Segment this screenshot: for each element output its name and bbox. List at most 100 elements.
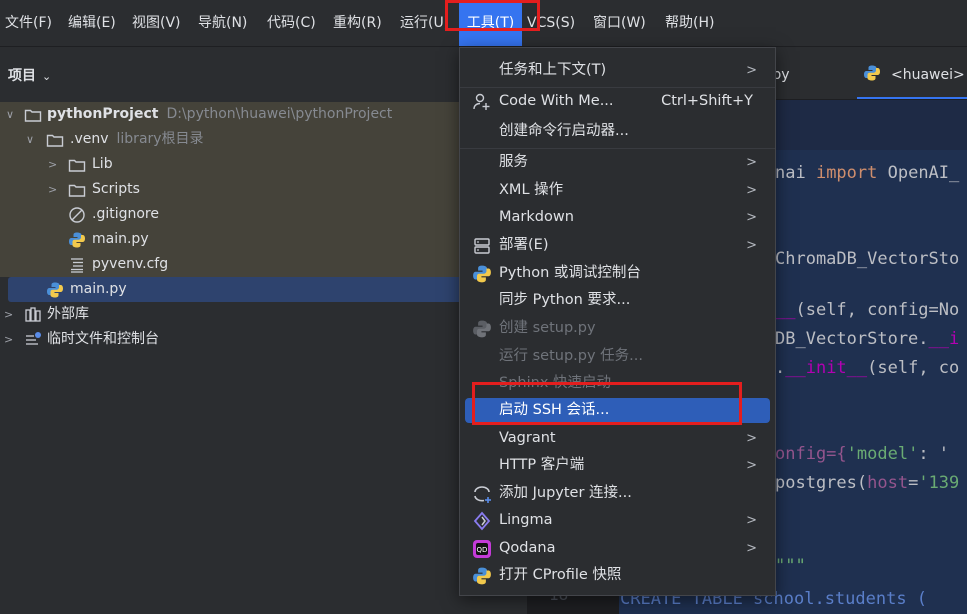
chevron-down-icon[interactable]: ∨ — [26, 127, 34, 152]
python-icon — [473, 265, 491, 283]
tree-item-hint: library根目录 — [116, 131, 204, 147]
tree-item-external-libraries[interactable]: > 外部库 — [0, 302, 527, 327]
chevron-right-icon: > — [746, 458, 757, 473]
chevron-right-icon[interactable]: > — [4, 327, 13, 352]
tree-item-label: pyvenv.cfg — [92, 256, 169, 272]
menu-item-vagrant[interactable]: Vagrant > — [460, 425, 775, 452]
chevron-right-icon: > — [746, 513, 757, 528]
menu-refactor[interactable]: 重构(R) — [333, 0, 382, 46]
menu-item-create-launcher[interactable]: 创建命令行启动器... — [460, 118, 775, 145]
tree-item-main-py[interactable]: main.py — [8, 277, 527, 302]
project-panel: 项目 ⌄ ∨ pythonProject D:\python\huawei\pyth… — [0, 47, 527, 614]
menu-code[interactable]: 代码(C) — [267, 0, 316, 46]
menu-window[interactable]: 窗口(W) — [593, 0, 646, 46]
chevron-right-icon: > — [746, 210, 757, 225]
menu-file[interactable]: 文件(F) — [5, 0, 52, 46]
menu-help[interactable]: 帮助(H) — [665, 0, 714, 46]
tree-item-scripts[interactable]: > Scripts — [0, 177, 527, 202]
folder-icon — [46, 134, 64, 147]
code-line[interactable]: ChromaDB_VectorSto — [775, 249, 959, 269]
tree-item-pythonproject[interactable]: ∨ pythonProject D:\python\huawei\pythonPr… — [0, 102, 527, 127]
menu-item-run-setup-py[interactable]: 运行 setup.py 任务... — [460, 343, 775, 370]
tree-item-label: 外部库 — [47, 306, 89, 322]
menu-item-tasks-context[interactable]: 任务和上下文(T) > — [460, 57, 775, 84]
chevron-right-icon[interactable]: > — [48, 152, 57, 177]
menu-item-markdown[interactable]: Markdown > — [460, 204, 775, 231]
folder-icon — [68, 184, 86, 197]
menu-item-code-with-me[interactable]: Code With Me... Ctrl+Shift+Y — [460, 88, 775, 115]
folder-icon — [68, 159, 86, 172]
python-gray-icon — [473, 320, 491, 338]
python-icon — [864, 65, 880, 81]
menu-item-services[interactable]: 服务 > — [460, 149, 775, 176]
tree-item-scratches[interactable]: > 临时文件和控制台 — [0, 327, 527, 352]
tools-menu-dropdown: 任务和上下文(T) > Code With Me... Ctrl+Shift+Y… — [459, 47, 776, 596]
svg-text:QD: QD — [477, 546, 488, 554]
tree-item-label: Lib — [92, 156, 113, 172]
annotation-box-ssh-session — [472, 382, 742, 425]
lingma-icon — [473, 511, 491, 531]
tree-item-pyvenv-cfg[interactable]: pyvenv.cfg — [0, 252, 527, 277]
menu-item-sync-requirements[interactable]: 同步 Python 要求... — [460, 287, 775, 314]
project-panel-title: 项目 — [8, 68, 36, 84]
python-file-icon — [47, 282, 63, 298]
tab-huawei-console[interactable]: <huawei> c — [857, 47, 967, 99]
tree-item-gitignore[interactable]: .gitignore — [0, 202, 527, 227]
scratch-icon — [26, 332, 41, 345]
menu-item-python-console[interactable]: Python 或调试控制台 — [460, 260, 775, 287]
menu-view[interactable]: 视图(V) — [132, 0, 181, 46]
code-line[interactable]: """ — [775, 556, 806, 576]
chevron-right-icon: > — [746, 63, 757, 78]
chevron-right-icon[interactable]: > — [4, 302, 13, 327]
code-line[interactable]: postgres(host='139 — [775, 473, 959, 493]
tab-label: <huawei> c — [891, 67, 967, 83]
menu-item-xml-actions[interactable]: XML 操作 > — [460, 177, 775, 204]
menu-item-http-client[interactable]: HTTP 客户端 > — [460, 452, 775, 479]
code-line[interactable]: .__init__(self, co — [775, 358, 959, 378]
menu-item-add-jupyter-connection[interactable]: 添加 Jupyter 连接... — [460, 480, 775, 507]
server-icon — [474, 238, 490, 254]
code-line[interactable]: DB_VectorStore.__i — [775, 329, 959, 349]
annotation-box-tools-menu — [445, 0, 540, 31]
text-file-icon — [71, 258, 83, 273]
user-plus-icon — [473, 93, 490, 110]
menu-item-lingma[interactable]: Lingma > — [460, 507, 775, 534]
code-line[interactable]: nai import OpenAI_ — [775, 163, 959, 183]
tree-item-venv[interactable]: ∨ .venv library根目录 — [0, 127, 527, 152]
jupyter-icon — [474, 486, 491, 503]
menu-run[interactable]: 运行(U) — [400, 0, 448, 46]
ignore-file-icon — [69, 207, 85, 223]
tree-item-label: main.py — [92, 231, 149, 247]
tree-item-path: D:\python\huawei\pythonProject — [166, 106, 393, 122]
tree-item-label: 临时文件和控制台 — [47, 331, 159, 347]
chevron-right-icon: > — [746, 541, 757, 556]
tree-item-label: main.py — [70, 281, 127, 297]
project-panel-header[interactable]: 项目 ⌄ — [8, 65, 51, 85]
chevron-right-icon: > — [746, 238, 757, 253]
menu-item-create-setup-py[interactable]: 创建 setup.py — [460, 315, 775, 342]
qodana-icon: QD — [473, 540, 491, 558]
tree-item-lib[interactable]: > Lib — [0, 152, 527, 177]
chevron-right-icon: > — [746, 431, 757, 446]
menu-item-qodana[interactable]: QD Qodana > — [460, 535, 775, 562]
chevron-down-icon[interactable]: ∨ — [6, 102, 14, 127]
tree-item-main-py-venv[interactable]: main.py — [0, 227, 527, 252]
tree-item-label: .gitignore — [92, 206, 159, 222]
menu-edit[interactable]: 编辑(E) — [68, 0, 116, 46]
menu-item-deployment[interactable]: 部署(E) > — [460, 232, 775, 259]
code-line[interactable]: __(self, config=No — [775, 300, 959, 320]
menu-navigate[interactable]: 导航(N) — [198, 0, 247, 46]
chevron-down-icon: ⌄ — [42, 70, 52, 83]
folder-icon — [24, 109, 42, 122]
code-line[interactable]: onfig={'model': ' — [775, 444, 949, 464]
chevron-right-icon: > — [746, 183, 757, 198]
tree-item-label: pythonProject — [47, 106, 159, 122]
library-icon — [25, 307, 41, 322]
python-file-icon — [69, 232, 85, 248]
tree-item-label: Scripts — [92, 181, 140, 197]
shortcut-label: Ctrl+Shift+Y — [661, 93, 753, 109]
menu-item-open-cprofile-snapshot[interactable]: 打开 CProfile 快照 — [460, 562, 775, 589]
chevron-right-icon[interactable]: > — [48, 177, 57, 202]
python-icon — [473, 567, 491, 585]
chevron-right-icon: > — [746, 155, 757, 170]
